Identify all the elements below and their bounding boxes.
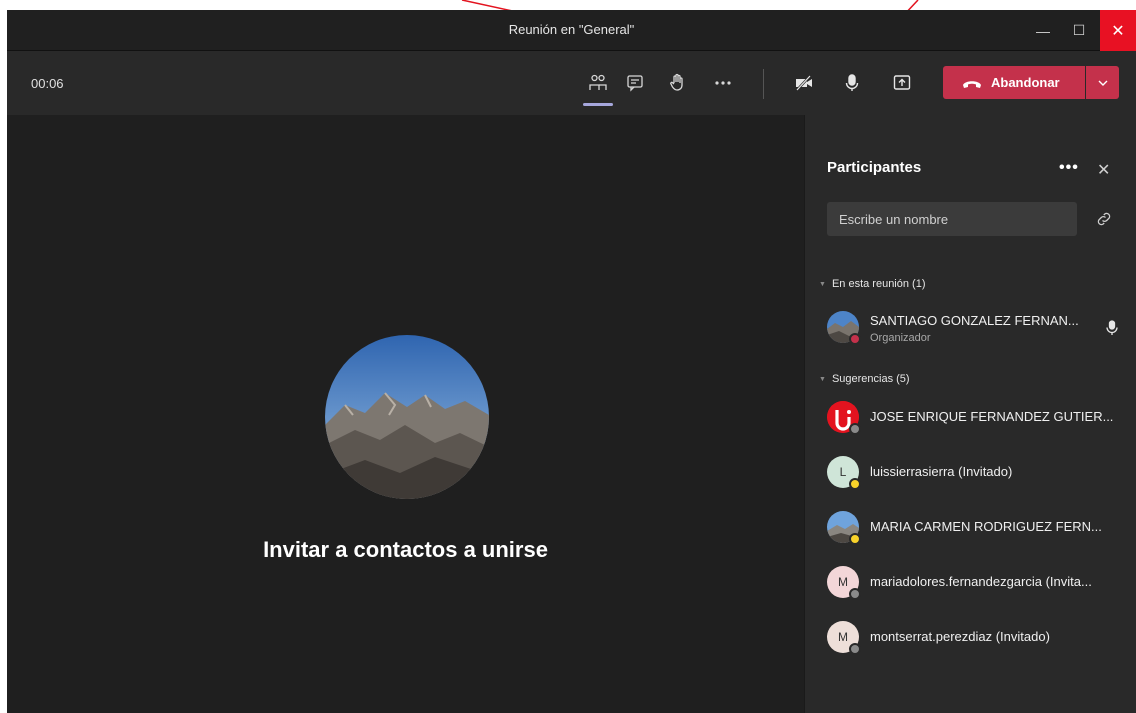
maximize-button[interactable]: ☐ — [1061, 10, 1097, 51]
leave-button[interactable]: Abandonar — [943, 66, 1085, 99]
hang-up-icon — [963, 80, 981, 88]
participant-name: luissierrasierra (Invitado) — [870, 464, 1013, 479]
panel-more-options-button[interactable]: ••• — [1059, 159, 1079, 177]
organizer-avatar-large — [325, 335, 489, 499]
suggestion-item[interactable]: L luissierrasierra (Invitado) — [827, 453, 1127, 493]
away-status-badge — [849, 533, 861, 545]
share-screen-icon[interactable] — [886, 67, 918, 99]
participant-name: JOSE ENRIQUE FERNANDEZ GUTIER... — [870, 409, 1114, 424]
avatar-initial: L — [839, 465, 847, 479]
participant-name: SANTIAGO GONZALEZ FERNAN... — [870, 313, 1079, 328]
camera-off-icon[interactable] — [788, 67, 820, 99]
participants-panel: Participantes ••• ✕ ▼ En esta reunión (1… — [804, 115, 1136, 713]
participant-role: Organizador — [870, 332, 931, 344]
busy-status-badge — [849, 333, 861, 345]
suggestion-item[interactable]: M mariadolores.fernandezgarcia (Invita..… — [827, 563, 1127, 603]
collapse-caret-icon: ▼ — [819, 280, 826, 288]
offline-status-badge — [849, 588, 861, 600]
suggestion-item[interactable]: JOSE ENRIQUE FERNANDEZ GUTIER... — [827, 398, 1127, 438]
participant-mic-icon — [1106, 320, 1118, 335]
offline-status-badge — [849, 423, 861, 435]
microphone-icon[interactable] — [836, 67, 868, 99]
suggestions-header-label: Sugerencias (5) — [831, 373, 910, 385]
close-window-button[interactable]: ✕ — [1100, 10, 1136, 51]
raise-hand-icon[interactable] — [662, 67, 694, 99]
avatar-initial: M — [838, 575, 848, 589]
minimize-button[interactable]: — — [1025, 10, 1061, 51]
leave-label: Abandonar — [991, 75, 1060, 90]
participant-name: MARIA CARMEN RODRIGUEZ FERN... — [870, 519, 1102, 534]
panel-close-button[interactable]: ✕ — [1097, 160, 1110, 180]
more-options-icon[interactable] — [707, 67, 739, 99]
participant-organizer[interactable]: SANTIAGO GONZALEZ FERNAN... Organizador — [827, 308, 1127, 348]
participant-name: mariadolores.fernandezgarcia (Invita... — [870, 574, 1092, 589]
offline-status-badge — [849, 643, 861, 655]
in-meeting-section-header[interactable]: ▼ En esta reunión (1) — [819, 278, 926, 290]
teams-meeting-window: Reunión en "General" — ☐ ✕ 00:06 Abandon… — [7, 10, 1136, 713]
title-bar: Reunión en "General" — ☐ ✕ — [7, 10, 1136, 51]
chevron-down-icon — [1098, 80, 1107, 86]
meeting-stage: Invitar a contactos a unirse — [7, 115, 804, 713]
avatar-initial: M — [838, 630, 848, 644]
invite-contacts-text: Invitar a contactos a unirse — [263, 537, 548, 562]
suggestions-section-header[interactable]: ▼ Sugerencias (5) — [819, 373, 910, 385]
in-meeting-header-label: En esta reunión (1) — [831, 278, 926, 290]
chat-icon[interactable] — [619, 67, 651, 99]
toolbar-divider — [763, 69, 764, 99]
leave-options-button[interactable] — [1086, 66, 1119, 99]
panel-title: Participantes — [827, 159, 922, 176]
suggestion-item[interactable]: M montserrat.perezdiaz (Invitado) — [827, 618, 1127, 658]
active-tab-indicator — [583, 103, 613, 106]
share-link-icon[interactable] — [1095, 210, 1113, 228]
call-timer: 00:06 — [31, 76, 64, 91]
participant-name: montserrat.perezdiaz (Invitado) — [870, 629, 1050, 644]
meeting-toolbar: 00:06 Abandonar — [7, 51, 1136, 115]
participant-search-input[interactable] — [827, 202, 1077, 236]
participants-icon[interactable] — [582, 67, 614, 99]
suggestion-item[interactable]: MARIA CARMEN RODRIGUEZ FERN... — [827, 508, 1127, 548]
away-status-badge — [849, 478, 861, 490]
collapse-caret-icon: ▼ — [819, 375, 826, 383]
window-title: Reunión en "General" — [508, 22, 635, 37]
